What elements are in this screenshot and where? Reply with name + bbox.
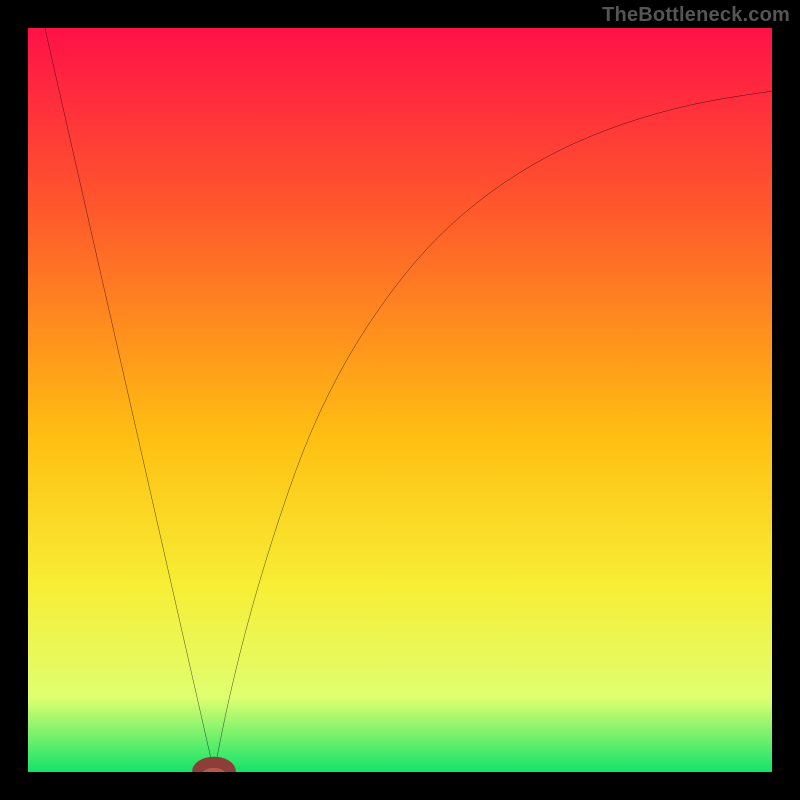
gradient-background <box>28 28 772 772</box>
chart-svg <box>28 28 772 772</box>
watermark-text: TheBottleneck.com <box>602 4 790 27</box>
minimum-marker <box>198 762 231 772</box>
chart-frame: TheBottleneck.com <box>0 0 800 800</box>
plot-area <box>28 28 772 772</box>
